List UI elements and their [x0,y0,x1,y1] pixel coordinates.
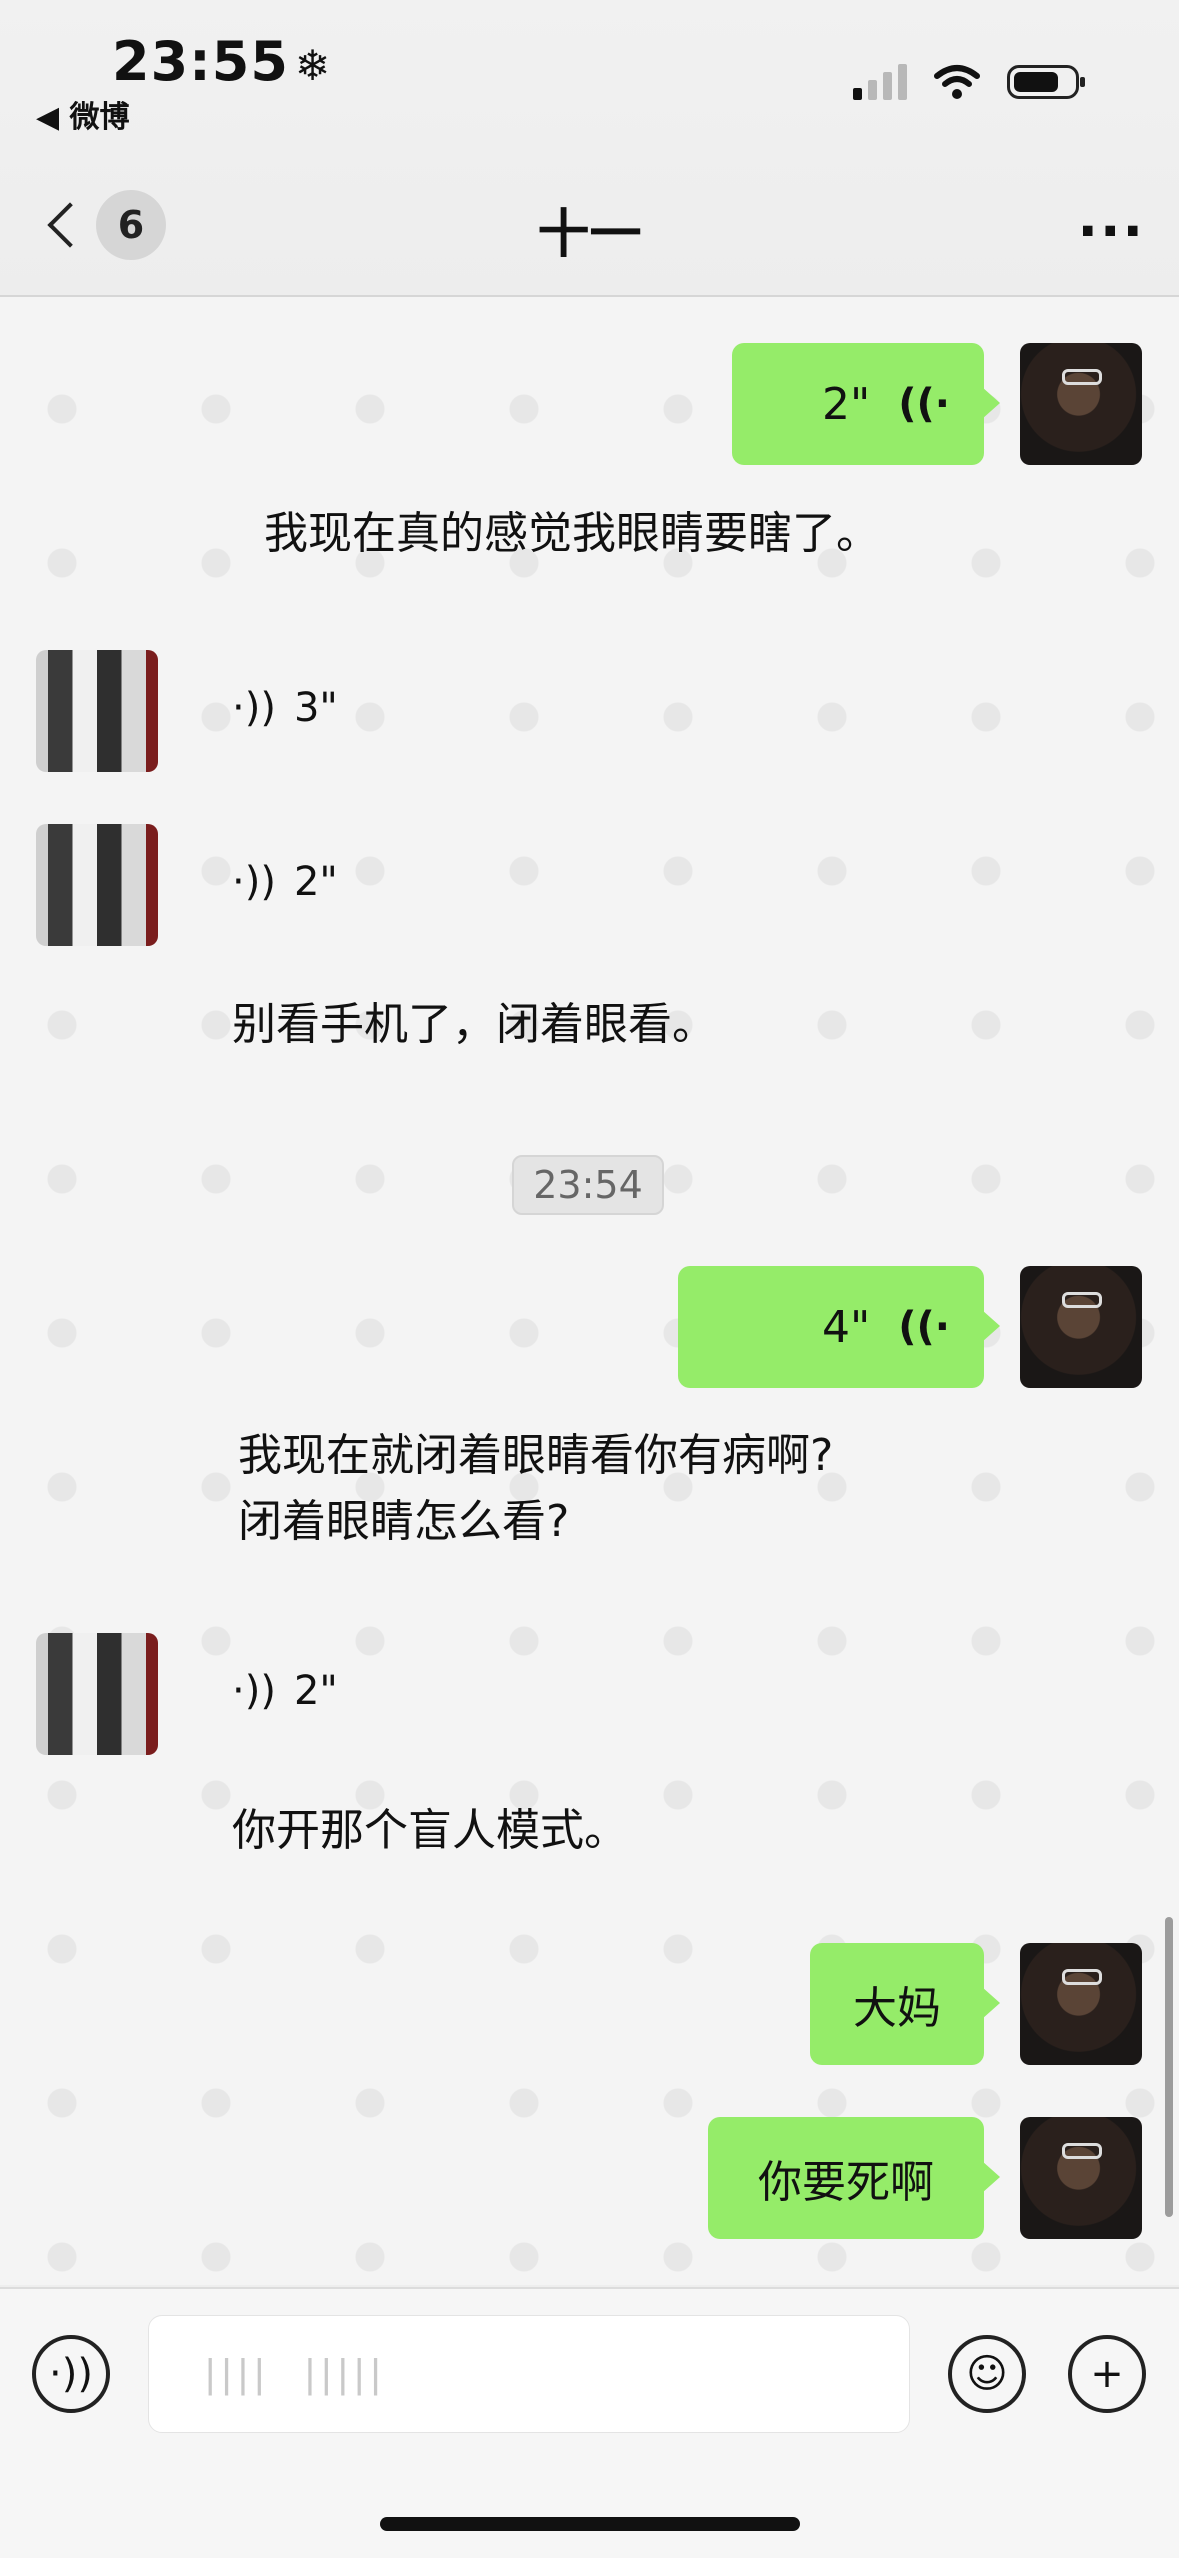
top-bar: 23:55 ❄ ◀ 微博 6 十一 ··· [0,0,1179,297]
chat-title: 十一 [537,205,642,265]
voice-wave-icon: ·)) [232,1668,276,1714]
back-to-app-link[interactable]: ◀ 微博 [36,92,130,136]
transcript-line: 我现在就闭着眼睛看你有病啊? [238,1430,834,1481]
voice-wave-icon: ·)) [232,685,276,731]
voice-wave-icon: ·)) [49,2351,93,2397]
voice-message-mine[interactable]: 2" ((· [732,343,1000,465]
snowflake-icon: ❄ [294,41,332,90]
transcript-line: 闭着眼睛怎么看? [238,1496,570,1547]
contact-avatar[interactable] [36,824,158,946]
voice-wave-icon: ((· [898,381,950,427]
voice-wave-icon: ((· [898,1304,950,1350]
voice-message-theirs[interactable]: ·)) 2" [232,859,338,905]
contact-avatar[interactable] [36,650,158,772]
text-message-mine[interactable]: 大妈 [810,1943,1000,2065]
system-icons [853,64,1085,100]
voice-duration: 2" [293,859,338,905]
voice-transcript: 我现在就闭着眼睛看你有病啊? 闭着眼睛怎么看? [238,1423,833,1555]
voice-transcript: 别看手机了，闭着眼看。 [232,999,716,1050]
voice-duration: 4" [822,1301,871,1353]
my-avatar[interactable] [1020,1943,1142,2065]
emoji-button[interactable]: ☺ [948,2335,1026,2413]
text-message-mine[interactable]: 你要死啊 [708,2117,1000,2239]
my-avatar[interactable] [1020,1266,1142,1388]
voice-wave-icon: ·)) [232,859,276,905]
contact-avatar[interactable] [36,1633,158,1755]
message-text: 你要死啊 [758,2157,934,2208]
home-indicator[interactable] [380,2517,800,2531]
voice-transcript: 你开那个盲人模式。 [232,1805,628,1856]
input-bar: ·)) ☺ + [0,2287,1179,2558]
chat-area[interactable]: 2" ((· 我现在真的感觉我眼睛要瞎了。 ·)) 3" ·)) 2" 别看手机… [0,297,1179,2285]
wifi-icon [934,65,980,99]
voice-input-button[interactable]: ·)) [32,2335,110,2413]
more-actions-button[interactable]: + [1068,2335,1146,2413]
status-time: 23:55 ❄ [112,30,332,93]
plus-icon: + [1090,2351,1124,2397]
battery-icon [1007,65,1085,99]
voice-message-theirs[interactable]: ·)) 3" [232,685,338,731]
signal-icon [853,64,907,100]
voice-message-mine[interactable]: 4" ((· [678,1266,1000,1388]
chat-scrollbar[interactable] [1165,1917,1173,2217]
message-timestamp: 23:54 [512,1155,664,1215]
smiley-icon: ☺ [966,2351,1008,2397]
my-avatar[interactable] [1020,2117,1142,2239]
message-text: 大妈 [853,1983,941,2034]
voice-transcript: 我现在真的感觉我眼睛要瞎了。 [264,508,880,559]
voice-message-theirs[interactable]: ·)) 2" [232,1668,338,1714]
voice-duration: 2" [293,1668,338,1714]
voice-duration: 3" [293,685,338,731]
more-options-button[interactable]: ··· [1077,200,1145,263]
voice-duration: 2" [822,378,871,430]
my-avatar[interactable] [1020,343,1142,465]
message-input[interactable] [148,2315,910,2433]
